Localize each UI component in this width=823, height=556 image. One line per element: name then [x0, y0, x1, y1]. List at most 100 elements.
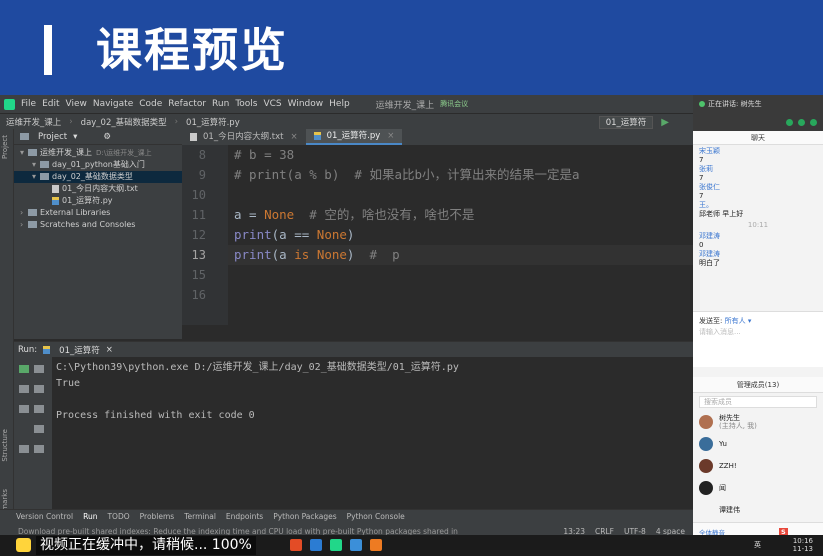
menu-edit[interactable]: Edit: [42, 99, 59, 109]
code-line[interactable]: 9 # print(a % b) # 如果a比b小，计算出来的结果一定是a: [182, 165, 693, 185]
tool-window-structure[interactable]: Structure: [1, 429, 13, 462]
menu-vcs[interactable]: VCS: [263, 99, 281, 109]
soft-wrap-icon[interactable]: [34, 385, 44, 393]
print-icon[interactable]: [34, 425, 44, 433]
tree-item[interactable]: ▾ 运维开发_课上 D:\运维开发_课上: [14, 147, 182, 159]
chat-sender[interactable]: 邓建涛: [699, 250, 817, 259]
tab-label: 01_运算符.py: [326, 131, 381, 141]
run-tab[interactable]: 01_运算符: [59, 344, 100, 356]
tool-tab-python-packages[interactable]: Python Packages: [273, 512, 336, 521]
tree-item[interactable]: ▾ day_01_python基础入门: [14, 159, 182, 171]
chevron-right-icon[interactable]: ›: [20, 219, 28, 231]
tree-item[interactable]: › External Libraries: [14, 207, 182, 219]
tab-operators-py[interactable]: 01_运算符.py ×: [305, 128, 403, 145]
menu-view[interactable]: View: [66, 99, 87, 109]
code-text: # print(a % b) # 如果a比b小，计算出来的结果一定是a: [234, 167, 580, 182]
chevron-right-icon[interactable]: ▾: [32, 159, 40, 171]
chevron-down-icon[interactable]: ▾: [73, 132, 77, 142]
chat-timestamp: 10:11: [747, 221, 769, 229]
chrome-icon[interactable]: [290, 539, 302, 551]
chat-sender[interactable]: 张俊仁: [699, 183, 817, 192]
close-icon[interactable]: ×: [106, 345, 113, 355]
scroll-up-icon[interactable]: [34, 365, 44, 373]
send-to-label: 发送至:: [699, 317, 723, 325]
member-item[interactable]: Yu: [699, 435, 727, 453]
chevron-right-icon[interactable]: ▾: [20, 147, 28, 159]
menu-tools[interactable]: Tools: [235, 99, 257, 109]
menu-file[interactable]: File: [21, 99, 36, 109]
tree-item[interactable]: ▾ day_02_基础数据类型: [14, 171, 182, 183]
tree-item[interactable]: › Scratches and Consoles: [14, 219, 182, 231]
close-icon[interactable]: ×: [290, 129, 297, 145]
member-search-input[interactable]: 搜索成员: [699, 396, 817, 408]
breadcrumb-file[interactable]: 01_运算符.py: [186, 116, 240, 128]
code-line[interactable]: 8 # b = 38: [182, 145, 693, 165]
send-to-select[interactable]: 所有人 ▾: [725, 317, 752, 325]
chevron-right-icon[interactable]: ›: [20, 207, 28, 219]
close-icon[interactable]: ×: [387, 128, 394, 144]
stop-icon[interactable]: [19, 405, 29, 413]
tool-tab-terminal[interactable]: Terminal: [184, 512, 216, 521]
mic-icon[interactable]: [786, 119, 793, 126]
tree-item[interactable]: 01_今日内容大纲.txt: [14, 183, 182, 195]
breadcrumb-project[interactable]: 运维开发_课上: [6, 116, 61, 128]
tool-tab-todo[interactable]: TODO: [107, 512, 129, 521]
menu-refactor[interactable]: Refactor: [168, 99, 206, 109]
chat-messages: 宋玉颖 7 张莉 7 张俊仁 7 王。 邱老师 早上好 10:11 邓建涛 0 邓建涛 明白了: [693, 145, 823, 270]
layout-icon[interactable]: [19, 445, 29, 453]
scroll-to-end-icon[interactable]: [34, 405, 44, 413]
chat-sender[interactable]: 宋玉颖: [699, 147, 817, 156]
code-line[interactable]: 12 print(a == None): [182, 225, 693, 245]
camera-icon[interactable]: [798, 119, 805, 126]
code-line[interactable]: 11 a = None # 空的，啥也没有，啥也不是: [182, 205, 693, 225]
member-item[interactable]: ZZH!: [699, 457, 737, 475]
chat-sender[interactable]: 邓建涛: [699, 232, 817, 241]
rerun-icon[interactable]: [19, 365, 29, 373]
chevron-right-icon[interactable]: ▾: [32, 171, 40, 183]
tree-item[interactable]: 01_运算符.py: [14, 195, 182, 207]
input-language[interactable]: 英: [754, 540, 761, 550]
tool-window-project[interactable]: Project: [1, 135, 13, 159]
tool-tab-endpoints[interactable]: Endpoints: [226, 512, 263, 521]
project-panel: Project ▾ ⚙ ▾ 运维开发_课上 D:\运维开发_课上 ▾ day_01_py…: [14, 129, 182, 339]
breadcrumb-folder[interactable]: day_02_基础数据类型: [81, 116, 167, 128]
pycharm-icon[interactable]: [330, 539, 342, 551]
chat-sender[interactable]: 王。: [699, 201, 817, 210]
tool-tab-python-console[interactable]: Python Console: [347, 512, 405, 521]
run-icon[interactable]: ▶: [661, 117, 669, 128]
tool-tab-version-control[interactable]: Version Control: [16, 512, 73, 521]
folder-icon: [28, 149, 37, 156]
code-line[interactable]: 13 print(a is None) # p: [182, 245, 693, 265]
menu-code[interactable]: Code: [139, 99, 162, 109]
menu-run[interactable]: Run: [212, 99, 229, 109]
menu-navigate[interactable]: Navigate: [93, 99, 133, 109]
chat-sender[interactable]: 张莉: [699, 165, 817, 174]
slide-banner: 课程预览: [0, 0, 823, 95]
code-line[interactable]: 15: [182, 265, 693, 285]
meeting-icon[interactable]: [350, 539, 362, 551]
member-item[interactable]: 闻: [699, 479, 726, 497]
code-line[interactable]: 10: [182, 185, 693, 205]
wrench-icon[interactable]: [19, 385, 29, 393]
trash-icon[interactable]: [34, 445, 44, 453]
run-config-select[interactable]: 01_运算符: [598, 116, 654, 129]
chat-send-area: 发送至: 所有人 ▾ 请输入消息...: [693, 311, 823, 367]
menu-window[interactable]: Window: [288, 99, 324, 109]
tool-tab-problems[interactable]: Problems: [140, 512, 175, 521]
code-editor[interactable]: 8 # b = 38 9 # print(a % b) # 如果a比b小，计算出来的结…: [182, 145, 693, 325]
project-panel-header: Project ▾ ⚙: [14, 129, 182, 145]
tab-outline-txt[interactable]: 01_今日内容大纲.txt ×: [182, 129, 306, 145]
code-line[interactable]: 16: [182, 285, 693, 305]
share-icon[interactable]: [810, 119, 817, 126]
chat-input[interactable]: 请输入消息...: [699, 327, 817, 338]
avatar: [699, 415, 713, 429]
menu-help[interactable]: Help: [329, 99, 350, 109]
system-clock[interactable]: 10:16 11-13: [793, 537, 813, 553]
member-item[interactable]: 树先生 (主持人, 我): [699, 413, 757, 431]
app-icon[interactable]: [370, 539, 382, 551]
member-item[interactable]: 谭建伟: [699, 501, 740, 519]
explorer-icon[interactable]: [310, 539, 322, 551]
gear-icon[interactable]: ⚙: [103, 132, 111, 142]
tool-tab-run[interactable]: Run: [83, 512, 97, 521]
project-panel-title[interactable]: Project: [38, 132, 67, 142]
